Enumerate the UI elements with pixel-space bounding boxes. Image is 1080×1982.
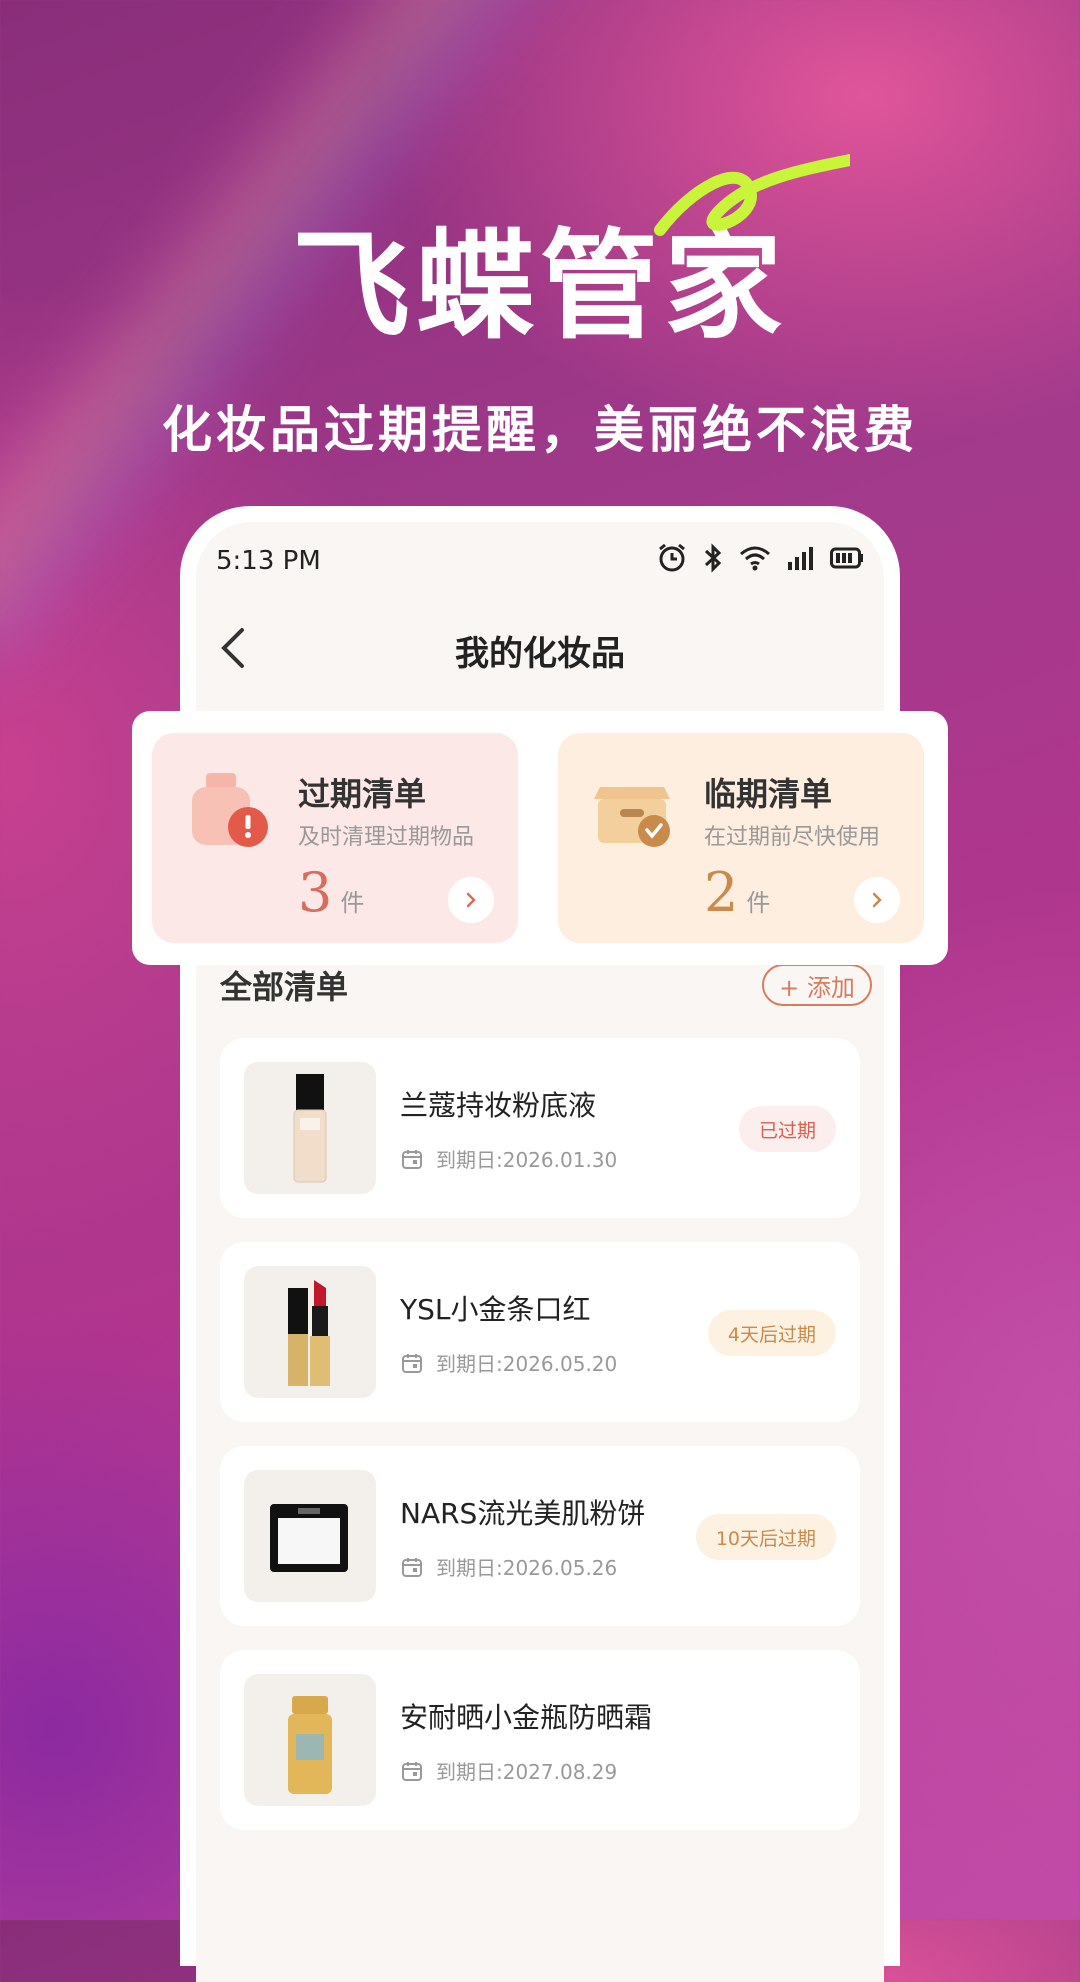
item-date: 到期日:2026.05.20 <box>436 1352 618 1376</box>
section-title: 全部清单 <box>220 968 349 1006</box>
page-title: 我的化妆品 <box>455 634 625 674</box>
expired-list-card[interactable]: 过期清单 及时清理过期物品 3件 <box>152 733 518 943</box>
near-expiry-count-unit: 件 <box>746 889 771 917</box>
near-expiry-desc: 在过期前尽快使用 <box>704 825 881 850</box>
list-item[interactable]: YSL小金条口红 到期日:2026.05.20 4天后过期 <box>220 1242 860 1422</box>
promo-header: 飞蝶管家 <box>0 190 1080 361</box>
expired-bottle-icon <box>186 769 270 853</box>
summary-panel: 过期清单 及时清理过期物品 3件 临期清单 在过期前尽快使用 2件 <box>132 711 948 965</box>
item-name: NARS流光美肌粉饼 <box>400 1497 646 1530</box>
expired-count-unit: 件 <box>340 889 365 917</box>
item-date-row: 到期日:2026.01.30 <box>400 1144 617 1173</box>
item-date-row: 到期日:2026.05.26 <box>400 1552 617 1581</box>
near-expiry-list-card[interactable]: 临期清单 在过期前尽快使用 2件 <box>558 733 924 943</box>
near-expiry-open-button[interactable] <box>854 877 900 923</box>
item-name: 兰蔻持妆粉底液 <box>400 1089 597 1122</box>
list-item[interactable]: 兰蔻持妆粉底液 到期日:2026.01.30 已过期 <box>220 1038 860 1218</box>
bluetooth-icon <box>702 542 724 578</box>
sunscreen-bottle-icon <box>244 1674 376 1806</box>
storage-box-icon <box>592 769 676 853</box>
expired-count-value: 3 <box>298 861 333 924</box>
app-name: 飞蝶管家 <box>291 217 788 355</box>
signal-icon <box>786 544 816 576</box>
expired-count: 3件 <box>298 861 364 924</box>
add-button[interactable]: + 添加 <box>762 964 872 1006</box>
chevron-right-icon <box>872 892 882 908</box>
lipstick-icon <box>244 1266 376 1398</box>
compact-powder-icon <box>244 1470 376 1602</box>
calendar-icon <box>402 1761 422 1781</box>
status-badge: 4天后过期 <box>707 1310 836 1356</box>
item-name: 安耐晒小金瓶防晒霜 <box>400 1701 653 1734</box>
calendar-icon <box>402 1149 422 1169</box>
item-date: 到期日:2026.05.26 <box>436 1556 618 1580</box>
item-date: 到期日:2027.08.29 <box>436 1760 618 1784</box>
list-item[interactable]: 安耐晒小金瓶防晒霜 到期日:2027.08.29 <box>220 1650 860 1830</box>
status-time: 5:13 PM <box>216 546 321 576</box>
item-date-row: 到期日:2027.08.29 <box>400 1756 617 1785</box>
item-date-row: 到期日:2026.05.20 <box>400 1348 617 1377</box>
alarm-icon <box>656 542 688 578</box>
expired-title: 过期清单 <box>298 775 427 813</box>
swirl-decoration-icon <box>654 154 850 236</box>
cosmetics-list: 兰蔻持妆粉底液 到期日:2026.01.30 已过期 YSL小金条口红 到期日:… <box>220 1038 860 1854</box>
foundation-bottle-icon <box>244 1062 376 1194</box>
list-item[interactable]: NARS流光美肌粉饼 到期日:2026.05.26 10天后过期 <box>220 1446 860 1626</box>
status-bar: 5:13 PM <box>216 542 864 582</box>
promo-tagline: 化妆品过期提醒，美丽绝不浪费 <box>162 401 918 459</box>
near-expiry-count: 2件 <box>704 861 770 924</box>
near-expiry-count-value: 2 <box>704 861 739 924</box>
status-badge: 10天后过期 <box>695 1514 836 1560</box>
wifi-icon <box>738 544 772 576</box>
calendar-icon <box>402 1557 422 1577</box>
calendar-icon <box>402 1353 422 1373</box>
expired-desc: 及时清理过期物品 <box>298 825 475 850</box>
item-date: 到期日:2026.01.30 <box>436 1148 618 1172</box>
item-name: YSL小金条口红 <box>400 1293 591 1326</box>
status-badge: 已过期 <box>738 1106 836 1152</box>
expired-open-button[interactable] <box>448 877 494 923</box>
battery-icon <box>830 547 864 573</box>
chevron-right-icon <box>466 892 476 908</box>
near-expiry-title: 临期清单 <box>704 775 833 813</box>
